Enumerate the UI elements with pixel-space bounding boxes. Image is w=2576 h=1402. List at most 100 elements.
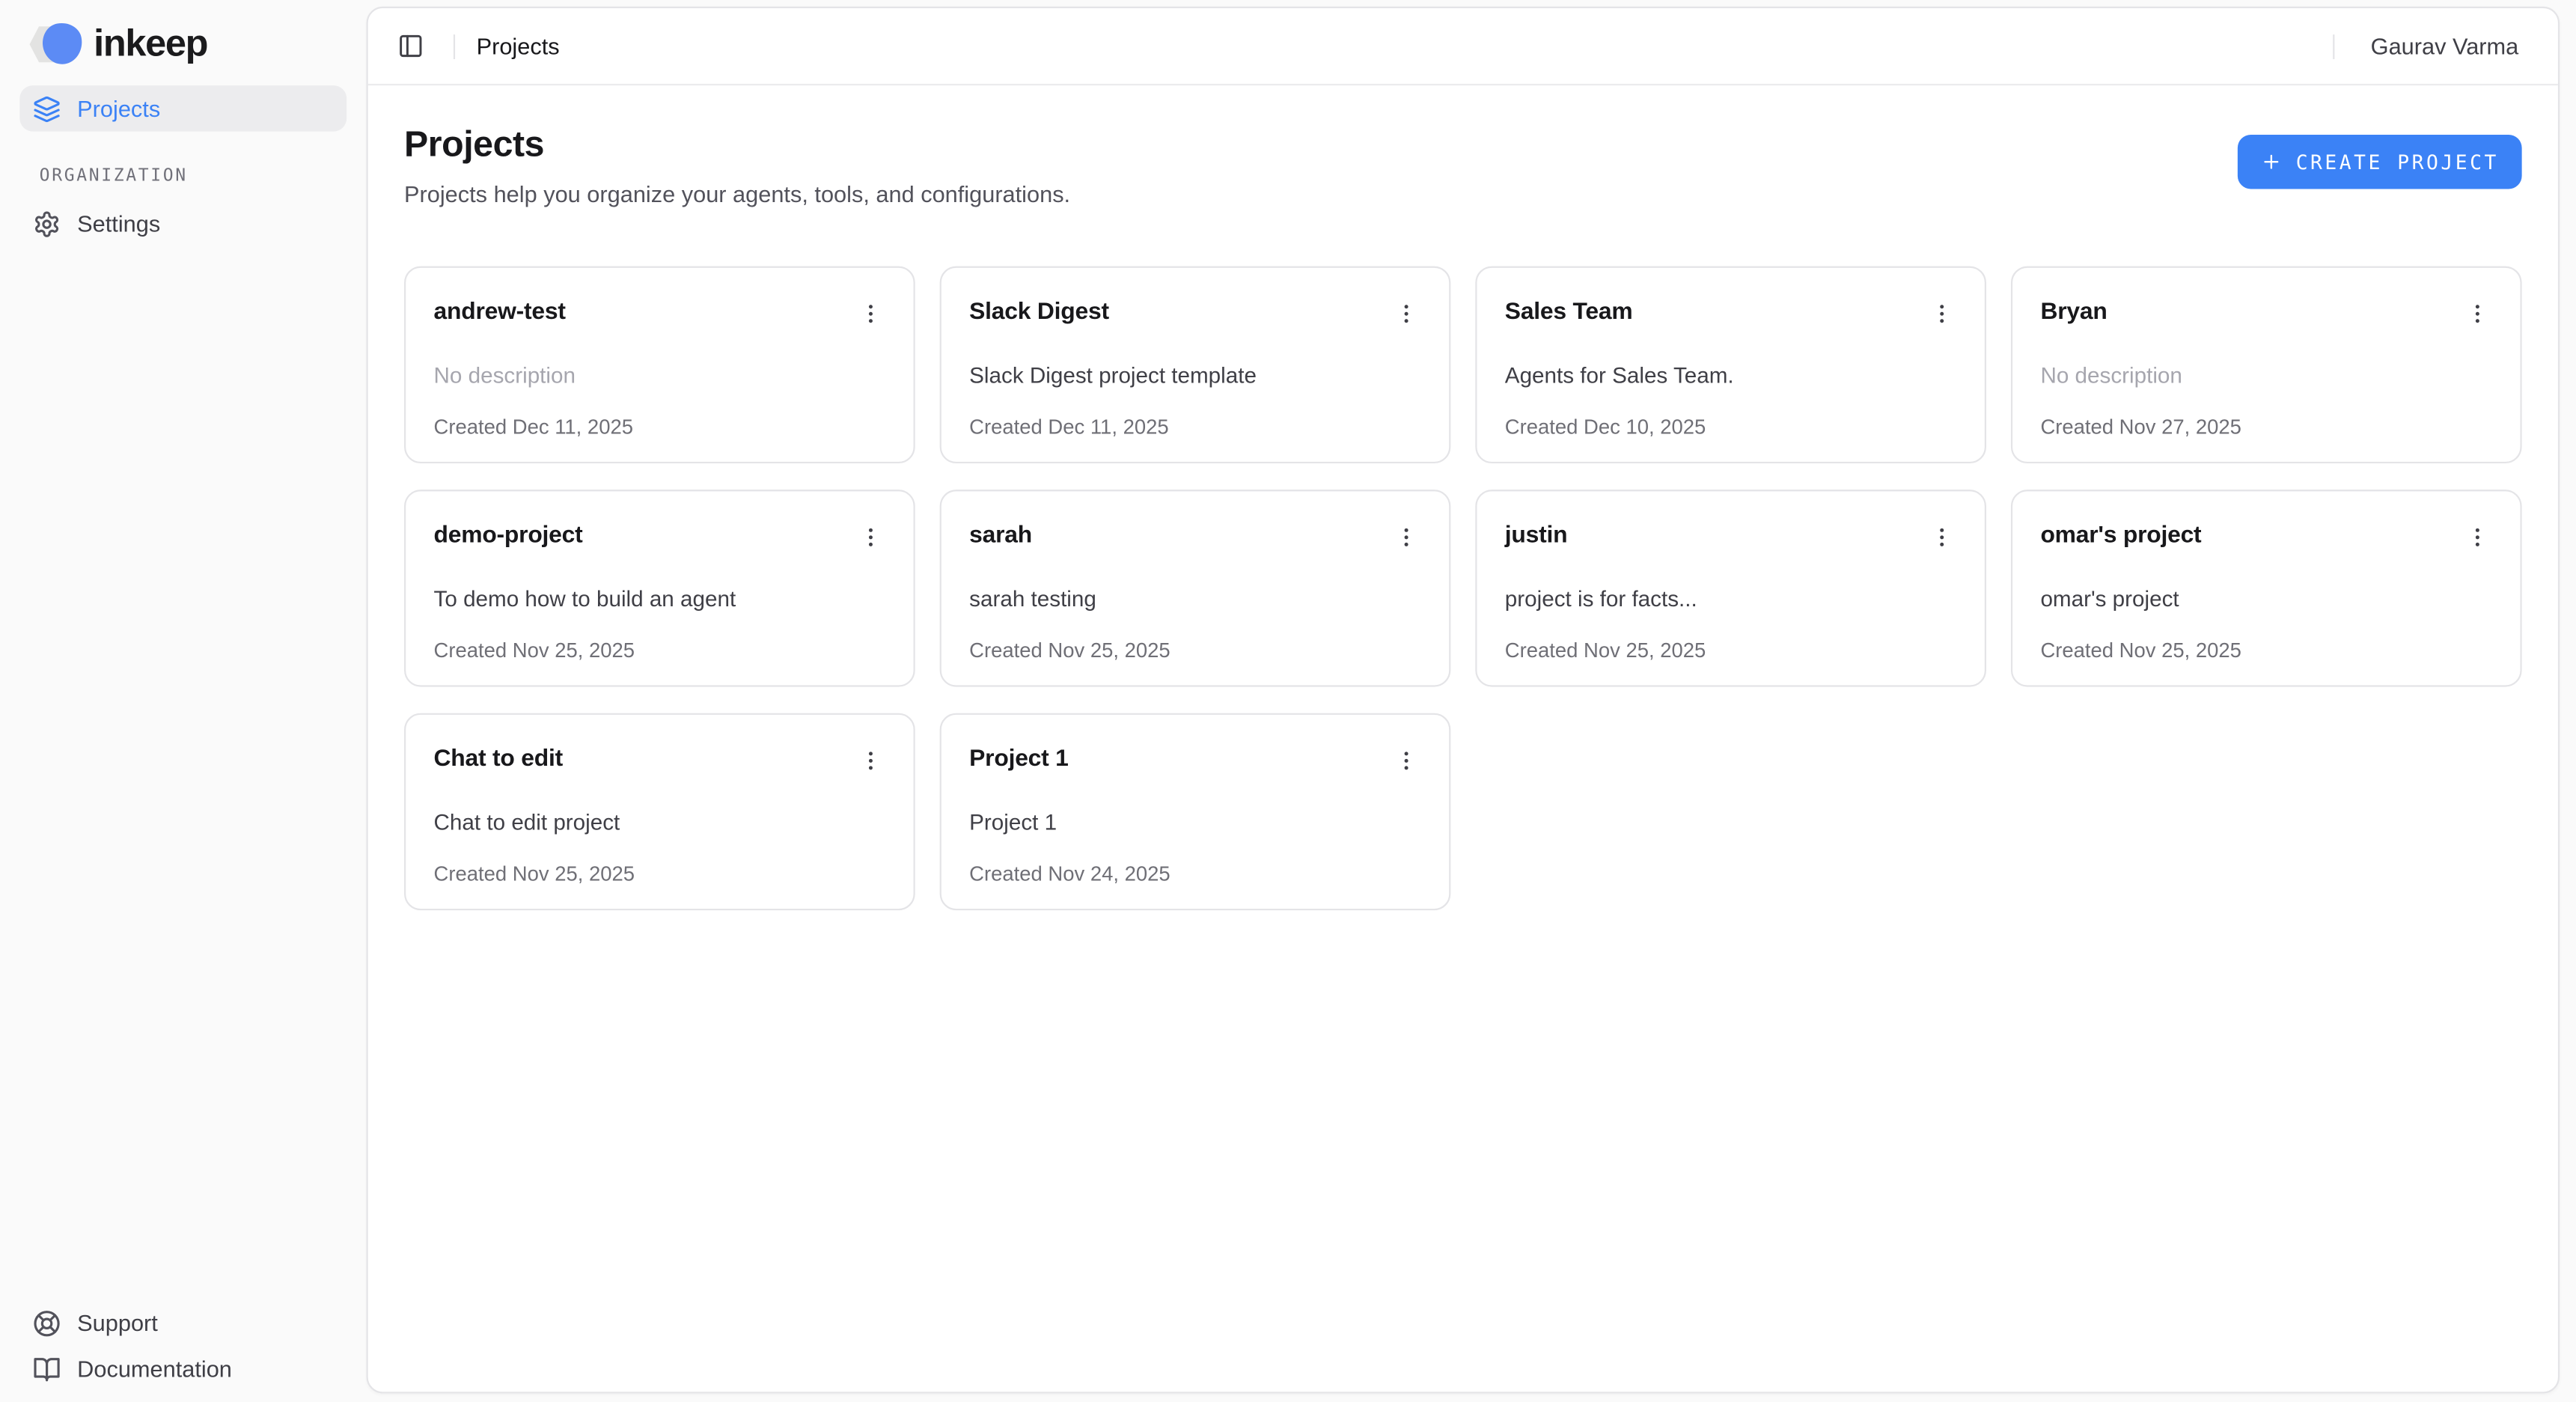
topbar-divider-right (2333, 34, 2334, 58)
project-menu-button[interactable] (1920, 516, 1963, 558)
sidebar-item-settings[interactable]: Settings (19, 201, 347, 246)
plus-icon (2262, 151, 2283, 173)
card-header: andrew-test (434, 293, 892, 335)
project-menu-button[interactable] (2456, 516, 2499, 558)
project-description: No description (434, 363, 892, 388)
topbar: Projects Gaurav Varma (368, 8, 2558, 85)
project-created-date: Created Dec 11, 2025 (969, 415, 1427, 438)
card-header: Sales Team (1505, 293, 1963, 335)
projects-grid: andrew-test No description Created Dec 1… (404, 266, 2522, 909)
project-created-date: Created Nov 25, 2025 (1505, 638, 1963, 662)
kebab-icon (858, 748, 884, 774)
card-header: Chat to edit (434, 740, 892, 782)
kebab-icon (2464, 524, 2491, 550)
sidebar-item-label: Projects (77, 95, 160, 121)
create-project-label: CREATE PROJECT (2296, 150, 2499, 174)
project-menu-button[interactable] (849, 740, 892, 782)
life-buoy-icon (33, 1308, 61, 1336)
project-created-date: Created Nov 25, 2025 (434, 638, 892, 662)
sidebar-nav: Projects (19, 85, 347, 131)
sidebar-section-organization: ORGANIZATION (40, 166, 367, 186)
project-menu-button[interactable] (1385, 740, 1428, 782)
project-name: Bryan (2040, 293, 2107, 326)
page-header-text: Projects Projects help you organize your… (404, 124, 1070, 207)
project-name: demo-project (434, 516, 583, 549)
card-header: Slack Digest (969, 293, 1427, 335)
project-card[interactable]: Project 1 Project 1 Created Nov 24, 2025 (940, 713, 1451, 909)
sidebar-toggle-button[interactable] (388, 23, 433, 69)
sidebar-item-label: Documentation (77, 1356, 232, 1382)
project-menu-button[interactable] (1385, 293, 1428, 335)
project-card[interactable]: Sales Team Agents for Sales Team. Create… (1475, 266, 1986, 463)
kebab-icon (858, 524, 884, 550)
project-card[interactable]: justin project is for facts... Created N… (1475, 490, 1986, 686)
project-menu-button[interactable] (2456, 293, 2499, 335)
project-card[interactable]: demo-project To demo how to build an age… (404, 490, 915, 686)
project-description: Project 1 (969, 810, 1427, 835)
project-created-date: Created Dec 10, 2025 (1505, 415, 1963, 438)
project-card[interactable]: sarah sarah testing Created Nov 25, 2025 (940, 490, 1451, 686)
project-created-date: Created Dec 11, 2025 (434, 415, 892, 438)
project-menu-button[interactable] (1920, 293, 1963, 335)
panel-left-icon (397, 33, 424, 59)
kebab-icon (2464, 301, 2491, 327)
project-name: andrew-test (434, 293, 566, 326)
page-title: Projects (404, 124, 1070, 166)
book-open-icon (33, 1355, 61, 1383)
project-card[interactable]: Bryan No description Created Nov 27, 202… (2011, 266, 2522, 463)
project-name: Chat to edit (434, 740, 563, 772)
project-description: Chat to edit project (434, 810, 892, 835)
project-name: sarah (969, 516, 1032, 549)
card-header: Project 1 (969, 740, 1427, 782)
project-description: Slack Digest project template (969, 363, 1427, 388)
brand-wordmark: inkeep (94, 22, 207, 66)
sidebar-footer: Support Documentation (19, 1299, 345, 1392)
project-name: Slack Digest (969, 293, 1109, 326)
kebab-icon (858, 301, 884, 327)
project-card[interactable]: omar's project omar's project Created No… (2011, 490, 2522, 686)
page-content: Projects Projects help you organize your… (368, 85, 2558, 1392)
card-header: sarah (969, 516, 1427, 558)
project-name: Project 1 (969, 740, 1069, 772)
project-menu-button[interactable] (849, 516, 892, 558)
project-created-date: Created Nov 25, 2025 (434, 862, 892, 885)
sidebar: inkeep Projects ORGANIZATION (0, 0, 367, 1402)
project-created-date: Created Nov 24, 2025 (969, 862, 1427, 885)
sidebar-item-support[interactable]: Support (19, 1299, 345, 1345)
kebab-icon (1394, 748, 1420, 774)
layers-icon (33, 94, 61, 122)
user-menu[interactable]: Gaurav Varma (2371, 33, 2519, 59)
kebab-icon (1394, 524, 1420, 550)
project-description: To demo how to build an agent (434, 586, 892, 611)
kebab-icon (1394, 301, 1420, 327)
sidebar-item-label: Support (77, 1310, 158, 1336)
project-description: project is for facts... (1505, 586, 1963, 611)
project-menu-button[interactable] (849, 293, 892, 335)
card-header: demo-project (434, 516, 892, 558)
sidebar-item-label: Settings (77, 210, 160, 237)
project-created-date: Created Nov 27, 2025 (2040, 415, 2498, 438)
sidebar-item-projects[interactable]: Projects (19, 85, 347, 131)
kebab-icon (1929, 524, 1955, 550)
project-created-date: Created Nov 25, 2025 (2040, 638, 2498, 662)
project-description: Agents for Sales Team. (1505, 363, 1963, 388)
gear-icon (33, 210, 61, 237)
brand-logo: inkeep (0, 0, 367, 66)
project-description: sarah testing (969, 586, 1427, 611)
breadcrumb: Projects (477, 33, 560, 59)
project-description: omar's project (2040, 586, 2498, 611)
project-card[interactable]: Slack Digest Slack Digest project templa… (940, 266, 1451, 463)
card-header: Bryan (2040, 293, 2498, 335)
create-project-button[interactable]: CREATE PROJECT (2238, 135, 2522, 189)
project-created-date: Created Nov 25, 2025 (969, 638, 1427, 662)
project-card[interactable]: Chat to edit Chat to edit project Create… (404, 713, 915, 909)
project-card[interactable]: andrew-test No description Created Dec 1… (404, 266, 915, 463)
main-panel: Projects Gaurav Varma Projects Projects … (367, 7, 2560, 1394)
project-name: omar's project (2040, 516, 2201, 549)
kebab-icon (1929, 301, 1955, 327)
card-header: omar's project (2040, 516, 2498, 558)
inkeep-logo-icon (30, 22, 82, 66)
sidebar-item-documentation[interactable]: Documentation (19, 1346, 345, 1392)
project-menu-button[interactable] (1385, 516, 1428, 558)
project-name: Sales Team (1505, 293, 1633, 326)
